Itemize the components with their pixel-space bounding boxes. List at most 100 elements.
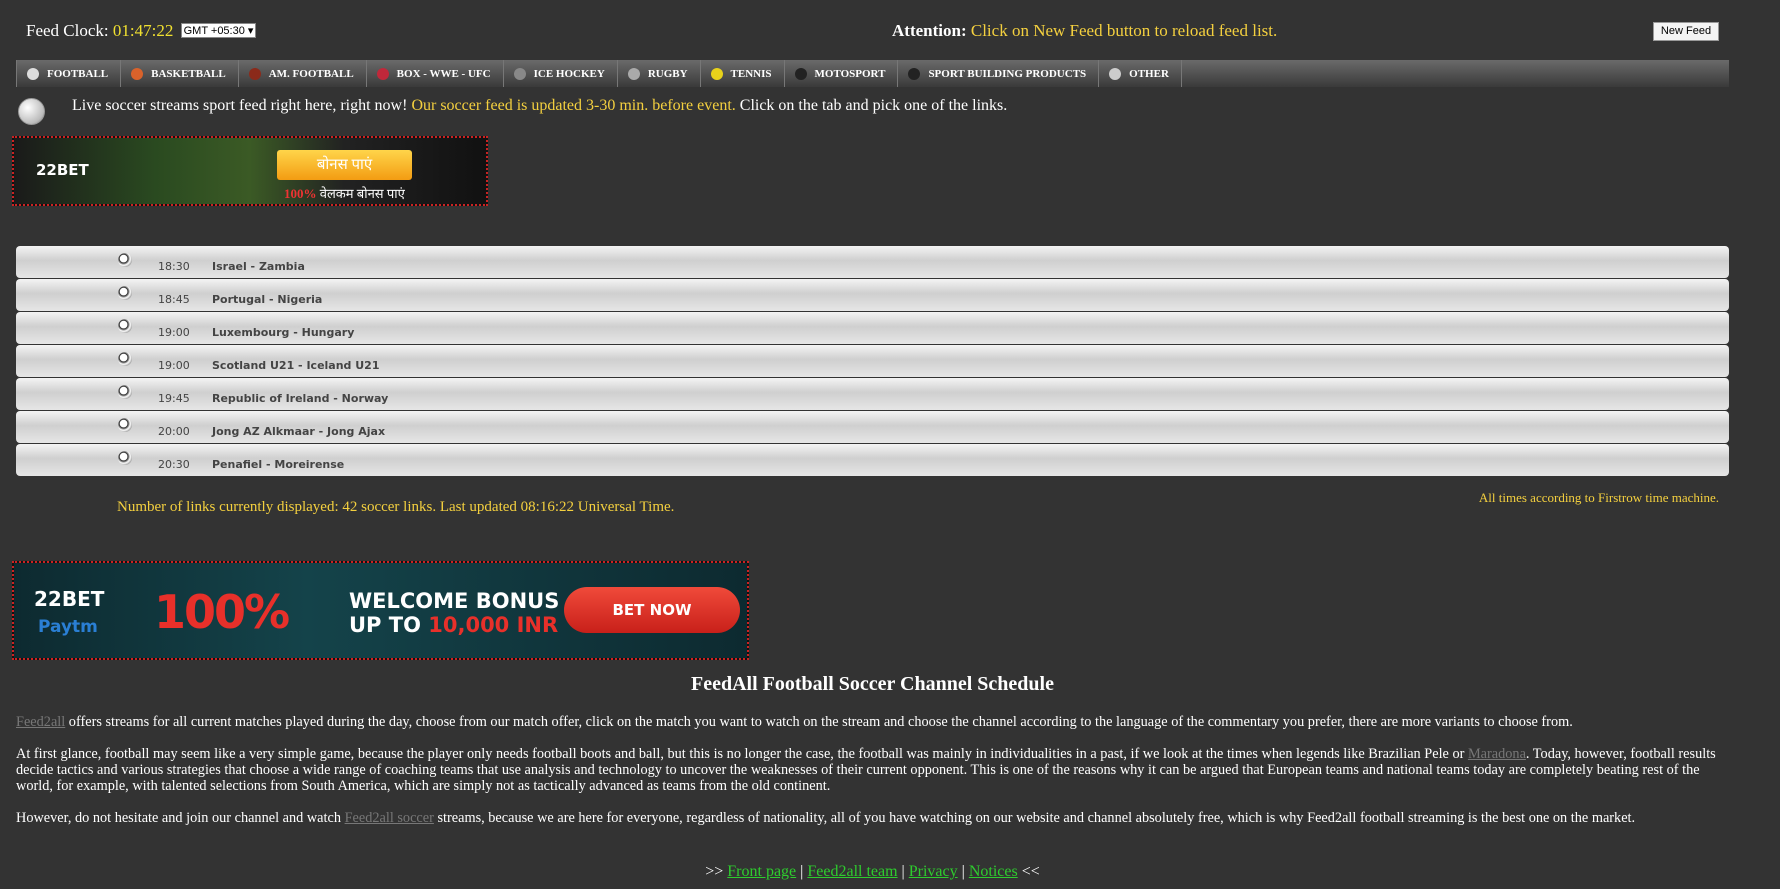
banner-brand: 22BET: [36, 161, 89, 179]
tennis-ball-icon: [710, 67, 723, 80]
match-time: 19:45: [158, 392, 190, 405]
banner2-amount: 10,000 INR: [428, 613, 559, 637]
attention-notice: Attention: Click on New Feed button to r…: [892, 21, 1277, 41]
tire-icon: [908, 67, 921, 80]
tab-sport-building-products[interactable]: SPORT BUILDING PRODUCTS: [898, 60, 1100, 87]
separator: |: [957, 863, 969, 880]
banner2-line2: UP TO: [349, 613, 429, 637]
match-list: 18:30 Israel - Zambia 18:45 Portugal - Nige…: [16, 246, 1729, 477]
attention-text: Click on New Feed button to reload feed …: [970, 21, 1278, 40]
article-body: Feed2all offers streams for all current …: [16, 714, 1728, 842]
footer-links: >> Front page | Feed2all team | Privacy …: [0, 863, 1745, 881]
tab-label: BOX - WWE - UFC: [396, 67, 491, 80]
clock-time: 01:47:22: [112, 21, 174, 40]
match-time: 19:00: [158, 359, 190, 372]
tab-label: ICE HOCKEY: [533, 67, 605, 80]
match-time: 20:00: [158, 425, 190, 438]
intro-text-1: Live soccer streams sport feed right her…: [72, 97, 408, 114]
tab-basketball[interactable]: BASKETBALL: [121, 60, 239, 87]
tab-other[interactable]: OTHER: [1099, 60, 1182, 87]
match-time: 18:30: [158, 260, 190, 273]
match-name: Portugal - Nigeria: [212, 293, 323, 306]
separator: |: [796, 863, 808, 880]
soccer-ball-icon: [18, 98, 45, 125]
match-name: Penafiel - Moreirense: [212, 458, 345, 471]
footer-close: <<: [1017, 863, 1040, 880]
soccer-ball-icon: [27, 67, 39, 80]
match-name: Israel - Zambia: [212, 260, 305, 273]
soccer-ball-icon: [118, 253, 132, 267]
attention-label: Attention:: [892, 21, 967, 40]
new-feed-button[interactable]: New Feed: [1653, 22, 1719, 41]
match-time: 20:30: [158, 458, 190, 471]
feed2all-soccer-link[interactable]: Feed2all soccer: [345, 810, 434, 826]
soccer-ball-icon: [118, 352, 132, 366]
match-time: 18:45: [158, 293, 190, 306]
feed-clock: Feed Clock: 01:47:22 GMT +05:30 ▾: [26, 21, 257, 41]
tab-label: AM. FOOTBALL: [268, 67, 354, 80]
match-row[interactable]: 20:30 Penafiel - Moreirense: [16, 444, 1729, 476]
paragraph-3a: However, do not hesitate and join our ch…: [16, 810, 345, 826]
intro-highlight: Our soccer feed is updated 3-30 min. bef…: [411, 97, 736, 114]
ad-banner-bottom[interactable]: 22BET Paytm 100% WELCOME BONUS UP TO 10,…: [12, 561, 749, 660]
banner-bonus-button: बोनस पाएं: [277, 150, 412, 180]
paragraph-2a: At first glance, football may seem like …: [16, 746, 1468, 762]
time-note: All times according to Firstrow time mac…: [1478, 490, 1719, 505]
soccer-ball-icon: [118, 418, 132, 432]
intro-text-2: Click on the tab and pick one of the lin…: [739, 97, 1008, 114]
match-time: 19:00: [158, 326, 190, 339]
american-football-icon: [248, 67, 261, 80]
tab-label: TENNIS: [730, 67, 772, 80]
match-name: Scotland U21 - Iceland U21: [212, 359, 380, 372]
rugby-ball-icon: [627, 67, 640, 80]
match-row[interactable]: 20:00 Jong AZ Alkmaar - Jong Ajax: [16, 411, 1729, 443]
banner2-brand: 22BET: [34, 587, 105, 611]
tab-football[interactable]: FOOTBALL: [16, 60, 122, 87]
match-row[interactable]: 18:45 Portugal - Nigeria: [16, 279, 1729, 311]
match-row[interactable]: 18:30 Israel - Zambia: [16, 246, 1729, 278]
privacy-link[interactable]: Privacy: [909, 863, 958, 880]
tab-tennis[interactable]: TENNIS: [701, 60, 785, 87]
soccer-ball-icon: [118, 286, 132, 300]
match-name: Republic of Ireland - Norway: [212, 392, 389, 405]
banner-pct: 100%: [284, 186, 317, 201]
match-row[interactable]: 19:00 Luxembourg - Hungary: [16, 312, 1729, 344]
basketball-icon: [131, 67, 144, 80]
soccer-ball-icon: [118, 385, 132, 399]
banner2-pct: 100%: [154, 585, 290, 639]
notices-link[interactable]: Notices: [969, 863, 1018, 880]
bet-now-button: BET NOW: [564, 587, 740, 633]
ad-banner-top[interactable]: 22BET बोनस पाएं 100% वेलकम बोनस पाएं: [12, 136, 488, 206]
match-row[interactable]: 19:00 Scotland U21 - Iceland U21: [16, 345, 1729, 377]
tab-am-football[interactable]: AM. FOOTBALL: [239, 60, 367, 87]
paragraph-1: offers streams for all current matches p…: [65, 714, 1573, 730]
paragraph-3b: streams, because we are here for everyon…: [433, 810, 1636, 826]
front-page-link[interactable]: Front page: [727, 863, 796, 880]
tab-motosport[interactable]: MOTOSPORT: [785, 60, 899, 87]
banner-tagline: वेलकम बोनस पाएं: [319, 186, 405, 201]
soccer-ball-icon: [118, 451, 132, 465]
tab-label: SPORT BUILDING PRODUCTS: [928, 67, 1087, 80]
tab-ice-hockey[interactable]: ICE HOCKEY: [504, 60, 618, 87]
maradona-link[interactable]: Maradona: [1468, 746, 1526, 762]
match-row[interactable]: 19:45 Republic of Ireland - Norway: [16, 378, 1729, 410]
tab-label: RUGBY: [647, 67, 688, 80]
banner2-line1: WELCOME BONUS: [349, 589, 560, 613]
arrow-circle-icon: [1109, 67, 1122, 80]
soccer-ball-icon: [118, 319, 132, 333]
hockey-puck-icon: [513, 67, 526, 80]
team-link[interactable]: Feed2all team: [807, 863, 897, 880]
feed2all-link[interactable]: Feed2all: [16, 714, 65, 730]
intro-text: Live soccer streams sport feed right her…: [72, 97, 1007, 115]
tab-label: FOOTBALL: [47, 67, 109, 80]
clock-label: Feed Clock:: [26, 21, 109, 40]
tab-label: BASKETBALL: [151, 67, 226, 80]
paytm-logo: Paytm: [38, 617, 98, 637]
tab-label: MOTOSPORT: [814, 67, 886, 80]
tab-label: OTHER: [1129, 67, 1169, 80]
match-name: Luxembourg - Hungary: [212, 326, 355, 339]
timezone-select[interactable]: GMT +05:30 ▾: [180, 23, 257, 38]
tab-box-wwe-ufc[interactable]: BOX - WWE - UFC: [367, 60, 504, 87]
tab-rugby[interactable]: RUGBY: [618, 60, 701, 87]
links-count: Number of links currently displayed: 42 …: [117, 499, 675, 515]
